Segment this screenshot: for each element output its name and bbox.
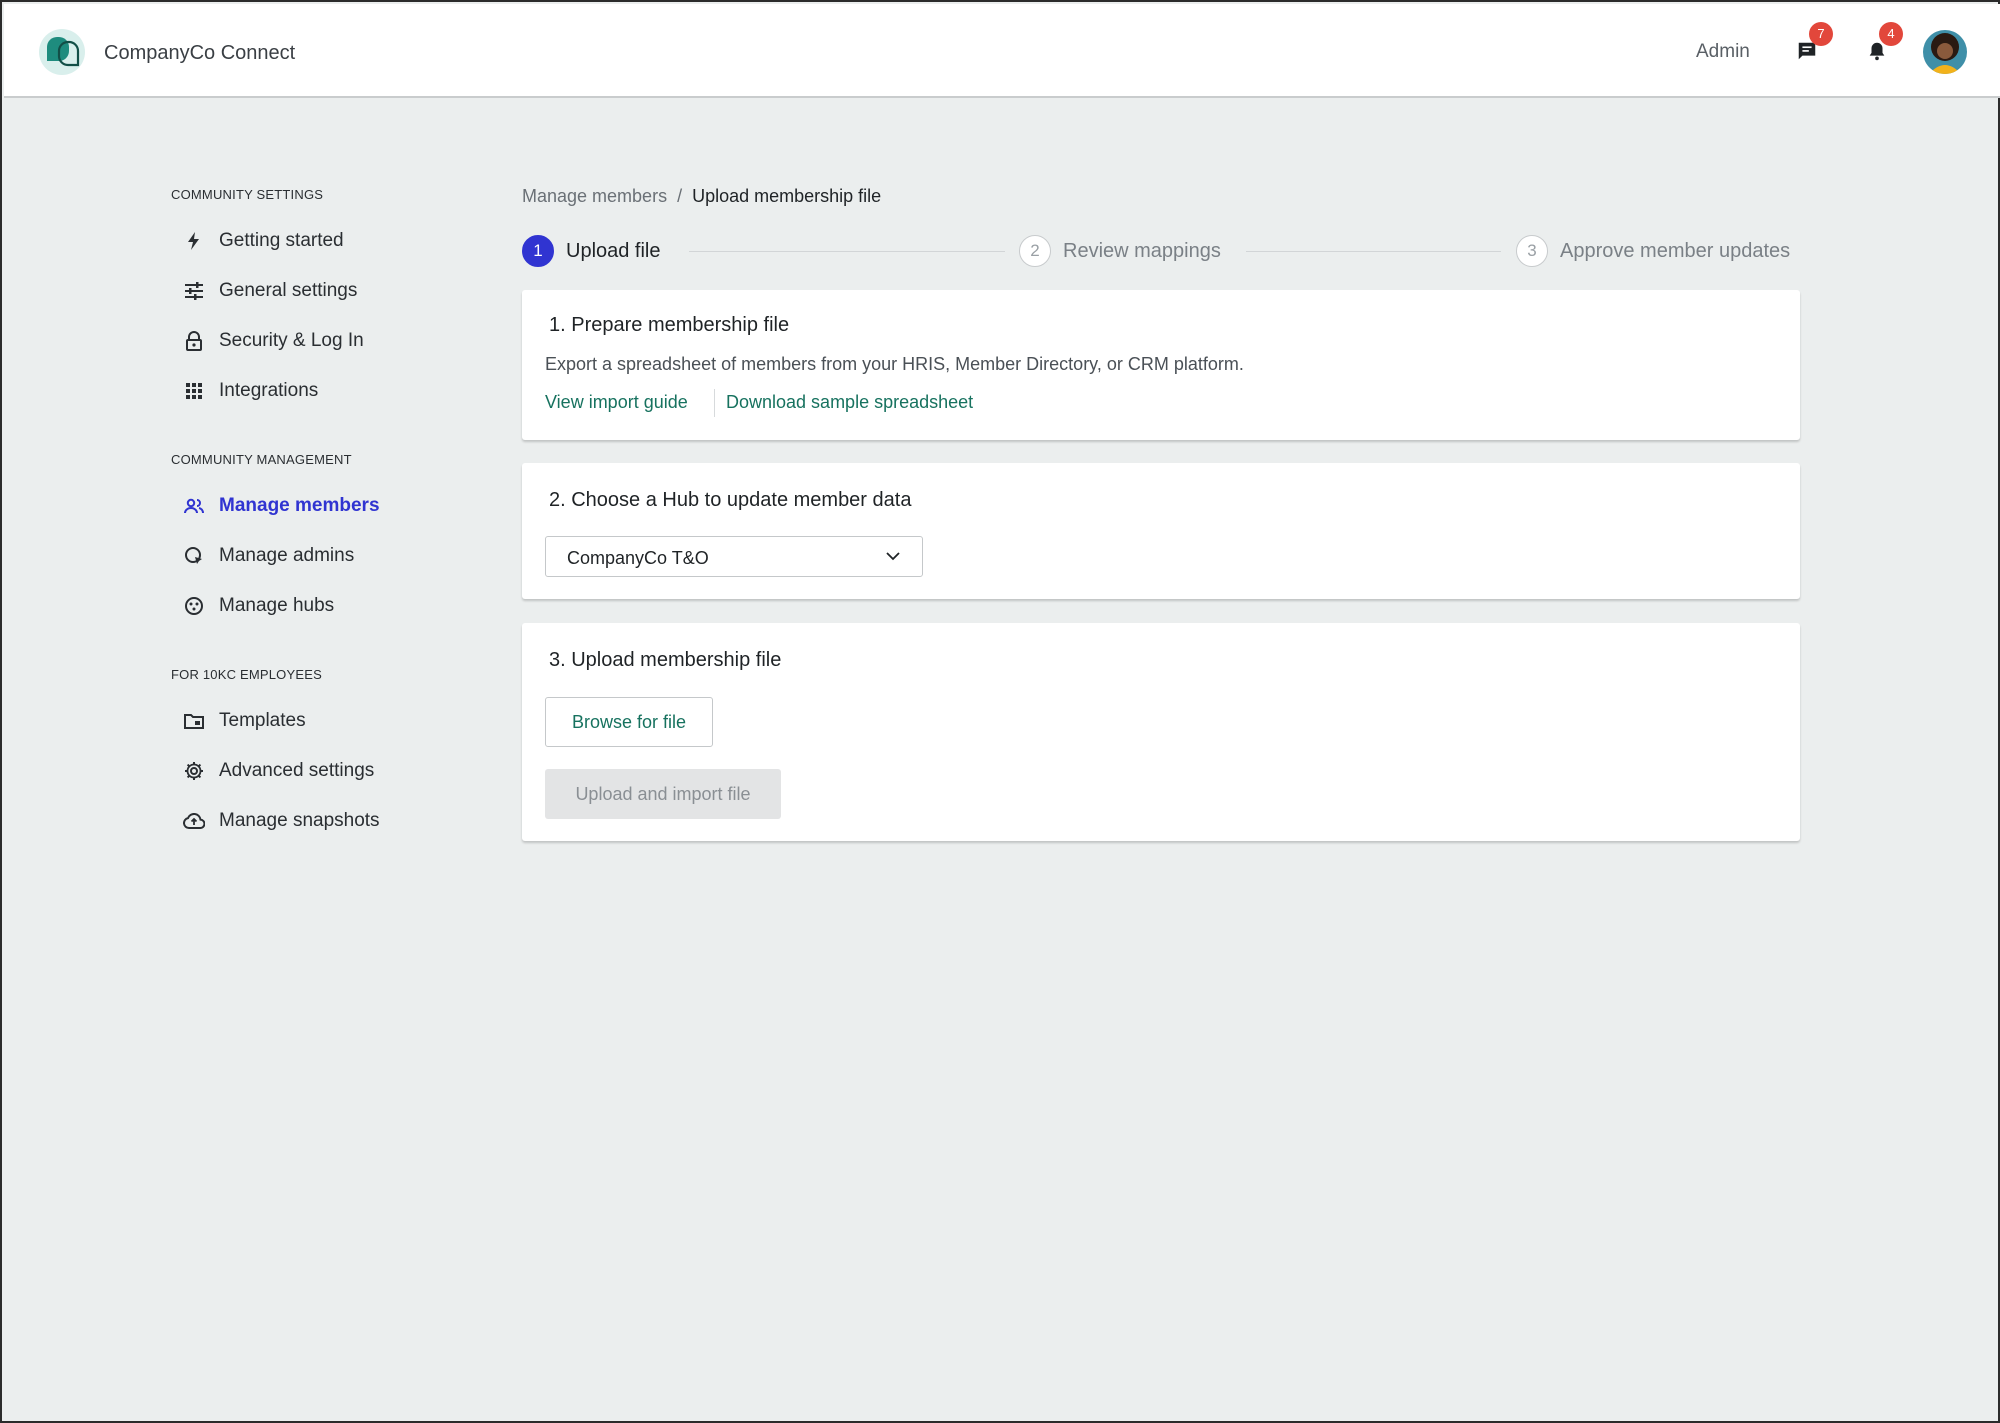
sidebar-item-label: Advanced settings [219,760,375,781]
card-description: Export a spreadsheet of members from you… [545,354,1244,374]
sidebar-item-label: Security & Log In [219,330,364,351]
sidebar-item-manage-hubs[interactable]: Manage hubs [183,589,334,623]
sidebar-item-manage-admins[interactable]: Manage admins [183,539,354,573]
section-title-community-management: COMMUNITY MANAGEMENT [171,452,352,467]
upload-file-card: 3. Upload membership file Browse for fil… [522,623,1800,841]
choose-hub-card: 2. Choose a Hub to update member data Co… [522,463,1800,599]
folder-icon [183,710,205,732]
card-title: 2. Choose a Hub to update member data [549,489,912,511]
app-window: CompanyCo Connect Admin 7 4 COMMUNITY SE… [0,0,2000,1423]
step-number: 3 [1516,235,1548,267]
step-label: Review mappings [1063,239,1221,262]
hub-select[interactable]: CompanyCo T&O [545,536,923,577]
gear-icon [183,760,205,782]
breadcrumb-current: Upload membership file [692,186,882,206]
link-divider [714,389,715,417]
sidebar-item-label: Integrations [219,380,319,401]
import-stepper: 1 Upload file 2 Review mappings 3 Approv… [522,234,1800,268]
sidebar-item-label: Manage admins [219,545,355,566]
hub-select-value: CompanyCo T&O [567,548,709,568]
notifications-count-badge: 4 [1879,22,1903,46]
sidebar-item-label: General settings [219,280,358,301]
lightning-icon [183,230,205,252]
notifications-button[interactable]: 4 [1861,22,1903,68]
sidebar-item-general-settings[interactable]: General settings [183,274,357,308]
upload-and-import-button[interactable]: Upload and import file [545,769,781,819]
step-connector [1246,251,1501,252]
cloud-upload-icon [183,810,205,832]
step-label: Upload file [566,239,661,262]
user-avatar[interactable] [1923,30,1967,74]
sidebar-item-label: Manage snapshots [219,810,380,831]
sidebar-item-getting-started[interactable]: Getting started [183,224,344,258]
sidebar-item-manage-snapshots[interactable]: Manage snapshots [183,804,380,838]
card-title: 3. Upload membership file [549,649,782,671]
step-connector [689,251,1005,252]
people-icon [183,495,205,517]
breadcrumb: Manage members / Upload membership file [522,186,881,207]
hub-icon [183,595,205,617]
app-title[interactable]: CompanyCo Connect [104,42,295,65]
admin-shield-icon [183,545,205,567]
browse-for-file-button[interactable]: Browse for file [545,697,713,747]
step-review-mappings: 2 Review mappings [1019,234,1221,268]
admin-link[interactable]: Admin [1696,41,1750,63]
chevron-down-icon [886,552,900,561]
download-sample-spreadsheet-link[interactable]: Download sample spreadsheet [726,392,973,413]
view-import-guide-link[interactable]: View import guide [545,392,688,413]
sidebar-item-label: Getting started [219,230,344,251]
section-title-for-10kc-employees: FOR 10KC EMPLOYEES [171,667,322,682]
sidebar-item-templates[interactable]: Templates [183,704,306,738]
section-title-community-settings: COMMUNITY SETTINGS [171,187,324,202]
sidebar-item-label: Manage members [219,495,380,516]
sidebar-item-label: Templates [219,710,306,731]
step-number: 2 [1019,235,1051,267]
breadcrumb-separator: / [677,186,683,206]
sidebar-item-label: Manage hubs [219,595,335,616]
messages-count-badge: 7 [1809,22,1833,46]
step-upload-file: 1 Upload file [522,234,661,268]
step-number: 1 [522,235,554,267]
breadcrumb-manage-members-link[interactable]: Manage members [522,186,667,206]
messages-button[interactable]: 7 [1791,22,1833,68]
step-approve-member-updates: 3 Approve member updates [1516,234,1790,268]
sidebar-item-security[interactable]: Security & Log In [183,324,364,358]
sidebar-item-integrations[interactable]: Integrations [183,374,318,408]
top-bar: CompanyCo Connect Admin 7 4 [4,4,2000,98]
prepare-file-card: 1. Prepare membership file Export a spre… [522,290,1800,440]
sidebar-item-advanced-settings[interactable]: Advanced settings [183,754,374,788]
companyco-logo-icon[interactable] [39,29,85,75]
card-title: 1. Prepare membership file [549,314,790,336]
sidebar-item-manage-members[interactable]: Manage members [183,489,380,523]
grid-icon [183,380,205,402]
lock-icon [183,330,205,352]
step-label: Approve member updates [1560,239,1791,262]
sliders-icon [183,280,205,302]
